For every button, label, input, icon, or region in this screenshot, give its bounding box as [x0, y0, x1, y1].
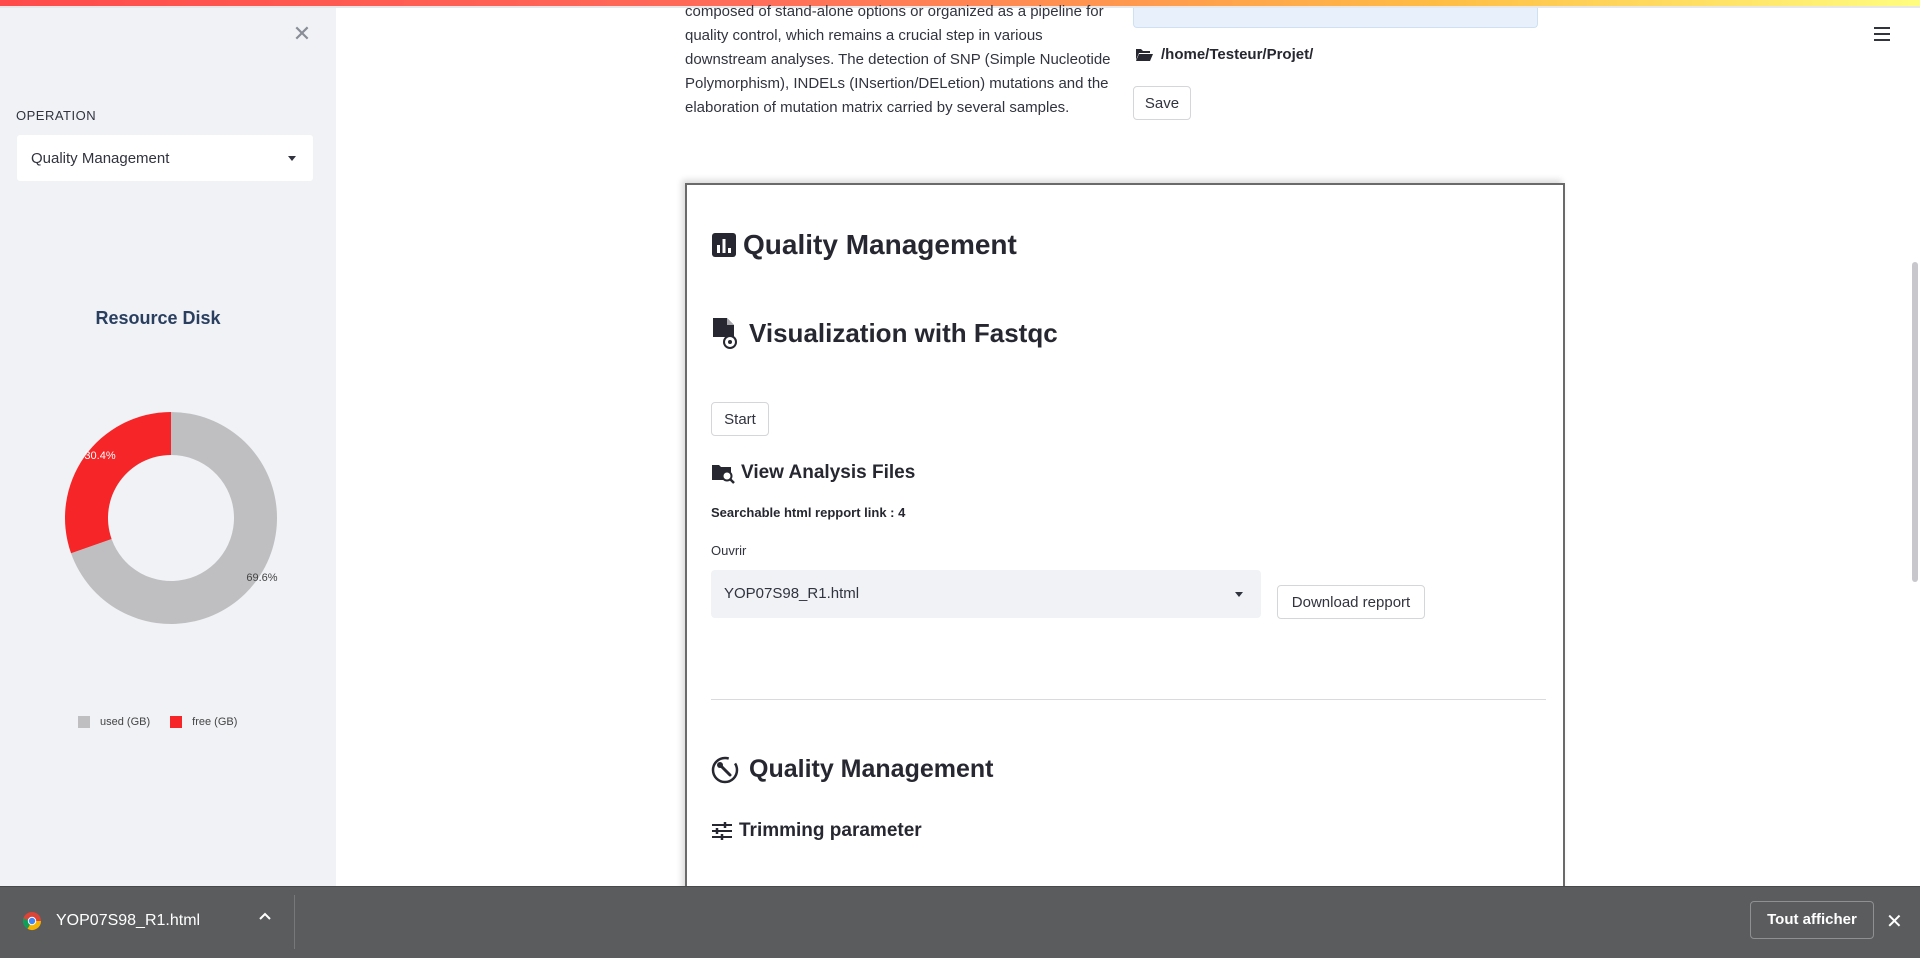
donut-label-used: 69.6% — [246, 572, 277, 584]
bar-chart-icon — [712, 233, 736, 257]
project-path-text: /home/Testeur/Projet/ — [1161, 46, 1314, 63]
qm-title: Quality Management — [711, 755, 994, 784]
legend-item-free[interactable]: free (GB) — [170, 716, 237, 728]
operation-select-value: Quality Management — [31, 150, 170, 167]
donut-label-free: 30.4% — [84, 450, 115, 462]
qm-title-text: Quality Management — [749, 755, 994, 783]
legend-swatch-used — [78, 716, 90, 728]
trimming-title-text: Trimming parameter — [739, 820, 922, 841]
fastqc-title-text: Visualization with Fastqc — [749, 317, 1058, 348]
report-link-text: Searchable html repport link : 4 — [711, 505, 906, 520]
disk-donut-chart: 69.6% 30.4% — [64, 412, 278, 624]
intro-line: Polymorphism), INDELs (INsertion/DELetio… — [685, 75, 1109, 92]
donut-slice-free[interactable] — [64, 412, 171, 554]
download-bar-separator — [294, 895, 295, 949]
folder-open-icon — [1136, 49, 1153, 61]
section-title: Quality Management — [711, 229, 1017, 261]
chart-title: Resource Disk — [95, 308, 221, 328]
page-scrollbar[interactable] — [1912, 262, 1918, 582]
download-bar: YOP07S98_R1.html Tout afficher ✕ — [0, 886, 1920, 958]
report-file-select-value: YOP07S98_R1.html — [724, 585, 860, 602]
view-files-title-text: View Analysis Files — [741, 462, 916, 483]
sidebar-close-icon[interactable]: ✕ — [292, 23, 312, 45]
chart-legend: used (GB) free (GB) — [78, 716, 237, 728]
show-all-downloads-button[interactable]: Tout afficher — [1750, 901, 1874, 939]
section-divider — [711, 699, 1546, 700]
open-label: Ouvrir — [711, 543, 747, 558]
trimming-title: Trimming parameter — [711, 820, 922, 842]
legend-label-used: used (GB) — [100, 716, 151, 728]
operation-select[interactable]: Quality Management — [16, 134, 314, 182]
download-file-name: YOP07S98_R1.html — [56, 912, 201, 929]
chevron-down-icon — [288, 156, 296, 161]
project-path: /home/Testeur/Projet/ — [1135, 46, 1313, 63]
close-download-bar-icon[interactable]: ✕ — [1886, 909, 1903, 934]
download-report-button[interactable]: Download repport — [1277, 585, 1425, 619]
start-button[interactable]: Start — [711, 402, 769, 436]
legend-swatch-free — [170, 716, 183, 728]
wrench-gauge-icon — [711, 756, 739, 783]
sidebar: ✕ OPERATION Quality Management Resource … — [0, 8, 336, 886]
hamburger-menu-icon[interactable] — [1874, 27, 1890, 41]
fastqc-title: Visualization with Fastqc — [711, 317, 1058, 349]
legend-item-used[interactable]: used (GB) — [78, 716, 150, 728]
view-files-title: View Analysis Files — [711, 462, 915, 484]
intro-line: downstream analyses. The detection of SN… — [685, 51, 1111, 68]
chevron-up-icon[interactable] — [258, 911, 272, 921]
legend-label-free: free (GB) — [192, 716, 238, 728]
download-item[interactable]: YOP07S98_R1.html — [22, 911, 200, 931]
info-box — [1133, 8, 1538, 28]
quality-card: Quality Management Visualization with Fa… — [685, 183, 1565, 903]
intro-line: elaboration of mutation matrix carried b… — [685, 99, 1070, 116]
folder-search-icon — [712, 465, 735, 484]
save-button[interactable]: Save — [1133, 86, 1191, 120]
chevron-down-icon — [1235, 592, 1243, 597]
chrome-icon — [22, 912, 41, 931]
file-eye-icon — [713, 318, 737, 349]
intro-line: composed of stand-alone options or organ… — [685, 3, 1104, 20]
section-title-text: Quality Management — [743, 229, 1017, 260]
intro-line: quality control, which remains a crucial… — [685, 27, 1043, 44]
sliders-icon — [712, 822, 732, 840]
intro-text: composed of stand-alone options or organ… — [685, 0, 1117, 120]
report-file-select[interactable]: YOP07S98_R1.html — [711, 570, 1261, 618]
operation-label: OPERATION — [16, 108, 97, 123]
